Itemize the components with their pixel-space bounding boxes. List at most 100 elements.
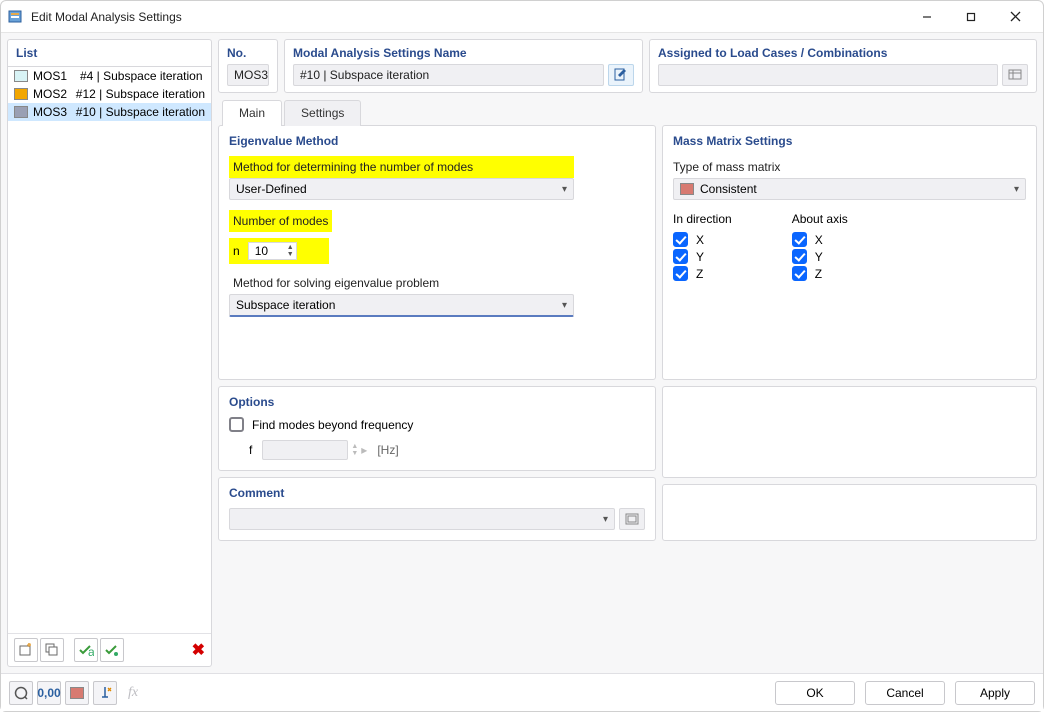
section-title: Mass Matrix Settings <box>673 134 1026 148</box>
comment-field[interactable]: ▾ <box>229 508 615 530</box>
assigned-box: Assigned to Load Cases / Combinations <box>649 39 1037 93</box>
settings-list[interactable]: MOS1 #4 | Subspace iteration MOS2 #12 | … <box>8 67 211 633</box>
no-label: No. <box>227 46 269 60</box>
no-box: No. MOS3 <box>218 39 278 93</box>
list-item-code: MOS1 <box>33 69 75 83</box>
axis-label: X <box>696 233 704 247</box>
dir-x-checkbox[interactable] <box>673 232 688 247</box>
method-modes-select[interactable]: User-Defined ▾ <box>229 178 574 200</box>
fx-button[interactable]: fx <box>121 681 145 705</box>
color-swatch <box>14 106 28 118</box>
spinner-arrows-icon: ▲▼ <box>351 443 358 457</box>
titlebar: Edit Modal Analysis Settings <box>1 1 1043 33</box>
frequency-row: f ▲▼ ▸ [Hz] <box>229 440 645 460</box>
f-symbol: f <box>249 443 252 457</box>
list-item[interactable]: MOS3 #10 | Subspace iteration <box>8 103 211 121</box>
comment-browse-button[interactable] <box>619 508 645 530</box>
axis-label: Z <box>696 267 703 281</box>
minimize-button[interactable] <box>905 3 949 31</box>
tabstrip: Main Settings <box>218 99 1037 125</box>
list-header: List <box>8 40 211 66</box>
decimal-label: 0,00 <box>37 686 60 700</box>
list-item[interactable]: MOS2 #12 | Subspace iteration <box>8 85 211 103</box>
solve-method-label: Method for solving eigenvalue problem <box>229 272 645 294</box>
copy-item-button[interactable] <box>40 638 64 662</box>
window-title: Edit Modal Analysis Settings <box>31 10 182 24</box>
detail-panel: No. MOS3 Modal Analysis Settings Name #1… <box>218 39 1037 667</box>
spinner-arrows-icon[interactable]: ▲▼ <box>287 244 294 258</box>
num-modes-spinner[interactable]: 10 ▲▼ <box>248 242 297 260</box>
find-modes-checkbox[interactable] <box>229 417 244 432</box>
num-symbol: n <box>233 244 240 258</box>
dir-y-checkbox[interactable] <box>673 249 688 264</box>
new-item-button[interactable] <box>14 638 38 662</box>
find-modes-label: Find modes beyond frequency <box>252 418 413 432</box>
solve-method-select[interactable]: Subspace iteration ▾ <box>229 294 574 317</box>
list-item-desc: #12 | Subspace iteration <box>76 87 205 101</box>
apply-button[interactable]: Apply <box>955 681 1035 705</box>
name-label: Modal Analysis Settings Name <box>293 46 634 60</box>
frequency-field <box>262 440 348 460</box>
list-item[interactable]: MOS1 #4 | Subspace iteration <box>8 67 211 85</box>
chevron-down-icon: ▾ <box>1014 184 1019 195</box>
section-title: Eigenvalue Method <box>229 134 645 148</box>
list-panel: List MOS1 #4 | Subspace iteration MOS2 #… <box>7 39 212 667</box>
axis-label: Z <box>815 267 822 281</box>
dir-z-checkbox[interactable] <box>673 266 688 281</box>
chevron-down-icon: ▾ <box>562 300 567 311</box>
mass-type-label: Type of mass matrix <box>673 156 1026 178</box>
mass-type-value: Consistent <box>700 182 1008 196</box>
close-button[interactable] <box>993 3 1037 31</box>
num-modes-row: n 10 ▲▼ <box>229 238 329 264</box>
name-field[interactable]: #10 | Subspace iteration <box>293 64 604 86</box>
direction-label: In direction <box>673 212 732 226</box>
comment-section: Comment ▾ <box>218 477 656 541</box>
list-item-desc: #4 | Subspace iteration <box>80 69 203 83</box>
axis-y-checkbox[interactable] <box>792 249 807 264</box>
color-swatch <box>14 88 28 100</box>
tab-main[interactable]: Main <box>222 100 282 126</box>
cancel-button[interactable]: Cancel <box>865 681 945 705</box>
assigned-label: Assigned to Load Cases / Combinations <box>658 46 1028 60</box>
chevron-down-icon: ▾ <box>562 184 567 195</box>
axis-x-checkbox[interactable] <box>792 232 807 247</box>
check-a-button[interactable]: a <box>74 638 98 662</box>
name-box: Modal Analysis Settings Name #10 | Subsp… <box>284 39 643 93</box>
frequency-unit: [Hz] <box>377 443 398 457</box>
footer-bar: 0,00 fx OK Cancel Apply <box>1 673 1043 711</box>
assigned-field[interactable] <box>658 64 998 86</box>
delete-item-button[interactable]: ✖ <box>192 640 205 660</box>
num-modes-label: Number of modes <box>229 210 332 232</box>
color-swatch <box>14 70 28 82</box>
options-section: Options Find modes beyond frequency f ▲▼… <box>218 386 656 471</box>
about-axis-label: About axis <box>792 212 848 226</box>
num-modes-value: 10 <box>255 244 283 258</box>
list-item-code: MOS3 <box>33 105 71 119</box>
maximize-button[interactable] <box>949 3 993 31</box>
chevron-down-icon: ▾ <box>603 514 608 525</box>
mass-matrix-section: Mass Matrix Settings Type of mass matrix… <box>662 125 1037 380</box>
section-title: Comment <box>229 486 645 500</box>
list-toolbar: a ✖ <box>8 633 211 666</box>
edit-name-button[interactable] <box>608 64 634 86</box>
decimal-button[interactable]: 0,00 <box>37 681 61 705</box>
help-button[interactable] <box>9 681 33 705</box>
caret-right-icon: ▸ <box>361 443 367 457</box>
no-field: MOS3 <box>227 64 269 86</box>
axis-z-checkbox[interactable] <box>792 266 807 281</box>
ok-button[interactable]: OK <box>775 681 855 705</box>
eigenvalue-section: Eigenvalue Method Method for determining… <box>218 125 656 380</box>
solve-method-value: Subspace iteration <box>236 298 335 312</box>
units-button[interactable] <box>93 681 117 705</box>
axis-label: X <box>815 233 823 247</box>
check-b-button[interactable] <box>100 638 124 662</box>
app-icon <box>7 8 25 26</box>
section-title: Options <box>229 395 645 409</box>
tab-settings[interactable]: Settings <box>284 100 361 126</box>
mass-type-select[interactable]: Consistent ▾ <box>673 178 1026 200</box>
assign-picker-button[interactable] <box>1002 64 1028 86</box>
empty-panel-1 <box>662 386 1037 478</box>
color-button[interactable] <box>65 681 89 705</box>
list-item-code: MOS2 <box>33 87 71 101</box>
list-item-desc: #10 | Subspace iteration <box>76 105 205 119</box>
